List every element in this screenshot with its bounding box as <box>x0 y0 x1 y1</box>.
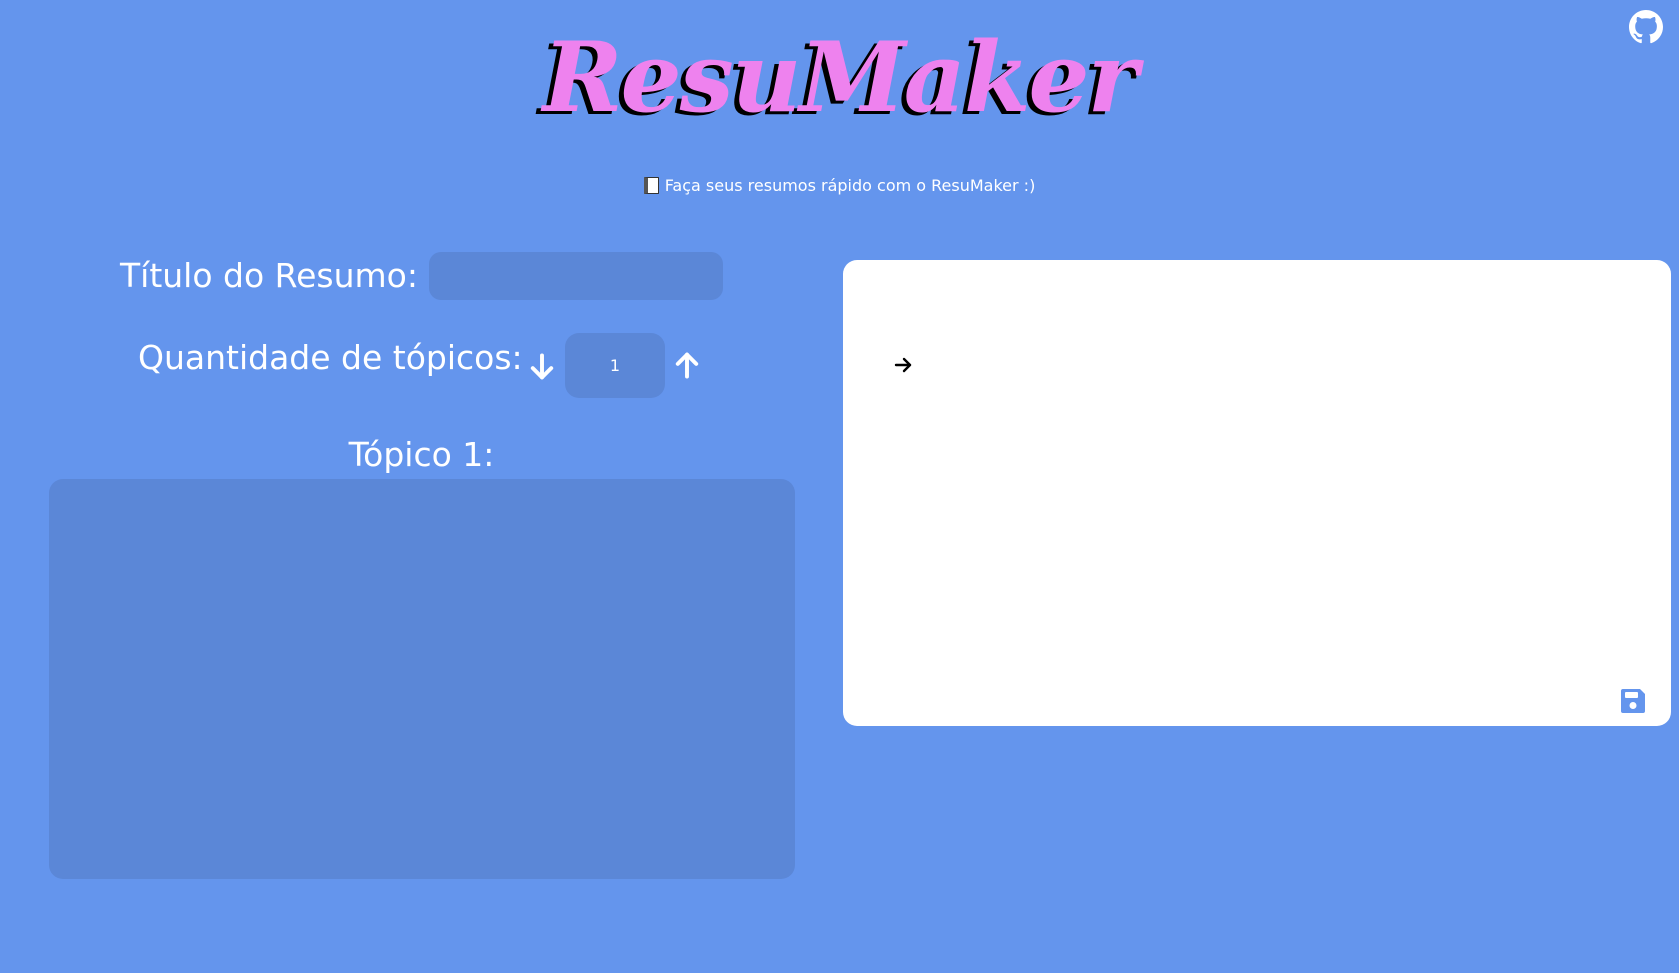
tagline: Faça seus resumos rápido com o ResuMaker… <box>0 175 1679 197</box>
save-button[interactable] <box>1618 686 1648 716</box>
arrow-right-icon <box>894 357 912 373</box>
summary-preview-panel <box>843 260 1671 726</box>
topic-1-label: Tópico 1: <box>348 435 495 474</box>
arrow-down-icon <box>530 353 554 380</box>
topic-1-textarea[interactable] <box>49 479 795 879</box>
book-icon <box>643 177 659 194</box>
floppy-disk-icon <box>1621 689 1645 713</box>
summary-title-label: Título do Resumo: <box>120 256 418 295</box>
increase-topics-button[interactable] <box>670 348 704 382</box>
topic-quantity-input[interactable] <box>565 333 665 398</box>
topic-quantity-label: Quantidade de tópicos: <box>138 338 523 377</box>
decrease-topics-button[interactable] <box>525 350 559 384</box>
arrow-up-icon <box>675 352 699 379</box>
logo-title: ResuMaker <box>542 21 1138 134</box>
summary-title-input[interactable] <box>429 252 723 300</box>
tagline-text: Faça seus resumos rápido com o ResuMaker… <box>664 176 1036 195</box>
topic-bullet <box>893 355 913 375</box>
